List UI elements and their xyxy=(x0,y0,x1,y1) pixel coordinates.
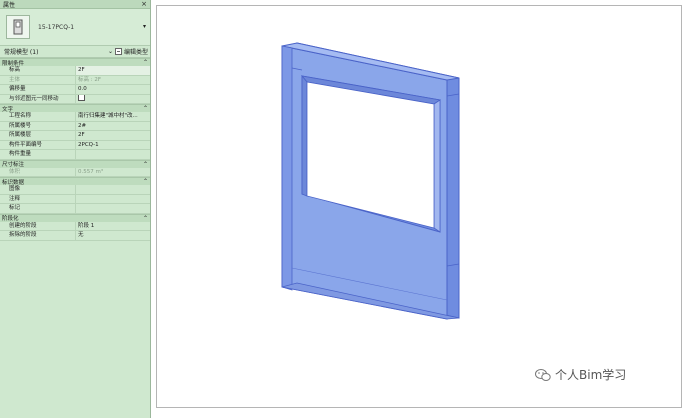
property-label: 工程名称 xyxy=(0,112,76,121)
property-row: 工程名称 南行归集建"城中村"改... xyxy=(0,112,150,122)
property-value[interactable] xyxy=(76,150,150,159)
section-header[interactable]: 尺寸标注 ⌃ xyxy=(0,159,150,168)
property-row: 图像 xyxy=(0,185,150,195)
section-header[interactable]: 标识数据 ⌃ xyxy=(0,177,150,186)
3d-view-canvas[interactable] xyxy=(156,5,682,408)
property-value[interactable]: 2F xyxy=(76,131,150,140)
property-label: 主体 xyxy=(0,75,76,84)
property-value[interactable]: 2F xyxy=(76,66,150,75)
property-value[interactable]: 2PCQ-1 xyxy=(76,141,150,150)
instance-filter-dropdown[interactable]: 常规模型 (1) xyxy=(4,47,38,56)
instance-filter-row: 常规模型 (1) ⌄ 编辑类型 xyxy=(0,46,150,58)
property-row: 标高 2F xyxy=(0,66,150,76)
property-value: 标高 : 2F xyxy=(78,76,102,83)
opening-right-reveal xyxy=(433,99,441,233)
property-label: 偏移量 xyxy=(0,85,76,94)
property-value[interactable]: 南行归集建"城中村"改... xyxy=(76,112,150,121)
property-row: 所属楼号 2# xyxy=(0,121,150,131)
property-label: 注释 xyxy=(0,194,76,203)
edit-type-label: 编辑类型 xyxy=(123,49,148,56)
wall-left-edge xyxy=(281,45,293,291)
type-name: 15-17PCQ-1 xyxy=(38,23,75,31)
chevron-down-icon[interactable]: ⌄ xyxy=(108,48,113,55)
property-row: 主体 标高 : 2F xyxy=(0,75,150,85)
property-sections: 限制条件 ⌃ 标高 2F 主体 标高 : 2F 偏移量 0.0 与邻近图元一同移动 文字 ⌃ 工程名称… xyxy=(0,58,150,241)
collapse-icon[interactable]: ⌃ xyxy=(143,215,148,222)
property-value[interactable]: 0.0 xyxy=(76,85,150,94)
collapse-icon[interactable]: ⌃ xyxy=(143,105,148,112)
precast-wall-model[interactable] xyxy=(157,6,681,407)
wechat-icon xyxy=(535,368,551,381)
opening-left-reveal xyxy=(301,74,308,197)
property-row: 构件重量 xyxy=(0,150,150,160)
watermark: 个人Bim学习 xyxy=(535,366,626,383)
property-value[interactable] xyxy=(76,185,150,194)
edit-type-button[interactable]: ⌄ 编辑类型 xyxy=(108,47,148,56)
property-row: 所属楼层 2F xyxy=(0,131,150,141)
watermark-text: 个人Bim学习 xyxy=(555,368,627,382)
collapse-icon[interactable]: ⌃ xyxy=(143,59,148,66)
property-label: 构件平面编号 xyxy=(0,140,76,149)
type-selector[interactable]: 15-17PCQ-1 ▾ xyxy=(0,9,150,46)
property-value[interactable]: 无 xyxy=(76,231,150,240)
property-value[interactable]: 阶段 1 xyxy=(76,222,150,231)
chevron-down-icon[interactable]: ▾ xyxy=(143,23,146,30)
panel-title: 属性 xyxy=(3,1,16,9)
property-label: 与邻近图元一同移动 xyxy=(0,94,76,103)
properties-panel: 属性 × 15-17PCQ-1 ▾ 常规模型 (1) ⌄ 编辑类型 限制条件 ⌃ 标… xyxy=(0,0,151,418)
family-thumbnail-icon xyxy=(6,15,30,39)
section-header[interactable]: 文字 ⌃ xyxy=(0,104,150,113)
section-header[interactable]: 限制条件 ⌃ xyxy=(0,58,150,67)
property-label: 图像 xyxy=(0,185,76,194)
property-value[interactable] xyxy=(76,204,150,213)
property-label: 创建的阶段 xyxy=(0,221,76,230)
property-label: 标高 xyxy=(0,66,76,75)
property-value: 0.557 m³ xyxy=(78,168,104,175)
properties-title-bar: 属性 × xyxy=(0,0,150,9)
property-label: 体积 xyxy=(0,167,76,176)
edit-type-icon xyxy=(114,48,122,55)
property-label: 构件重量 xyxy=(0,150,76,159)
property-value[interactable]: 2# xyxy=(76,122,150,131)
property-row: 构件平面编号 2PCQ-1 xyxy=(0,140,150,150)
property-label: 所属楼号 xyxy=(0,121,76,130)
property-row: 注释 xyxy=(0,194,150,204)
property-row: 偏移量 0.0 xyxy=(0,85,150,95)
property-row: 拆除的阶段无 xyxy=(0,231,150,241)
property-row: 体积 0.557 m³ xyxy=(0,167,150,177)
collapse-icon[interactable]: ⌃ xyxy=(143,178,148,185)
property-row: 标记 xyxy=(0,204,150,214)
property-checkbox-cell[interactable] xyxy=(76,94,150,104)
property-value[interactable] xyxy=(76,195,150,204)
collapse-icon[interactable]: ⌃ xyxy=(143,161,148,168)
property-row: 创建的阶段 阶段 1 xyxy=(0,221,150,231)
section-header[interactable]: 阶段化 ⌃ xyxy=(0,213,150,222)
property-label: 标记 xyxy=(0,204,76,213)
checkbox[interactable] xyxy=(78,94,85,101)
property-row: 与邻近图元一同移动 xyxy=(0,94,150,104)
property-label: 所属楼层 xyxy=(0,131,76,140)
property-label: 拆除的阶段 xyxy=(0,231,76,240)
close-icon[interactable]: × xyxy=(141,0,147,8)
